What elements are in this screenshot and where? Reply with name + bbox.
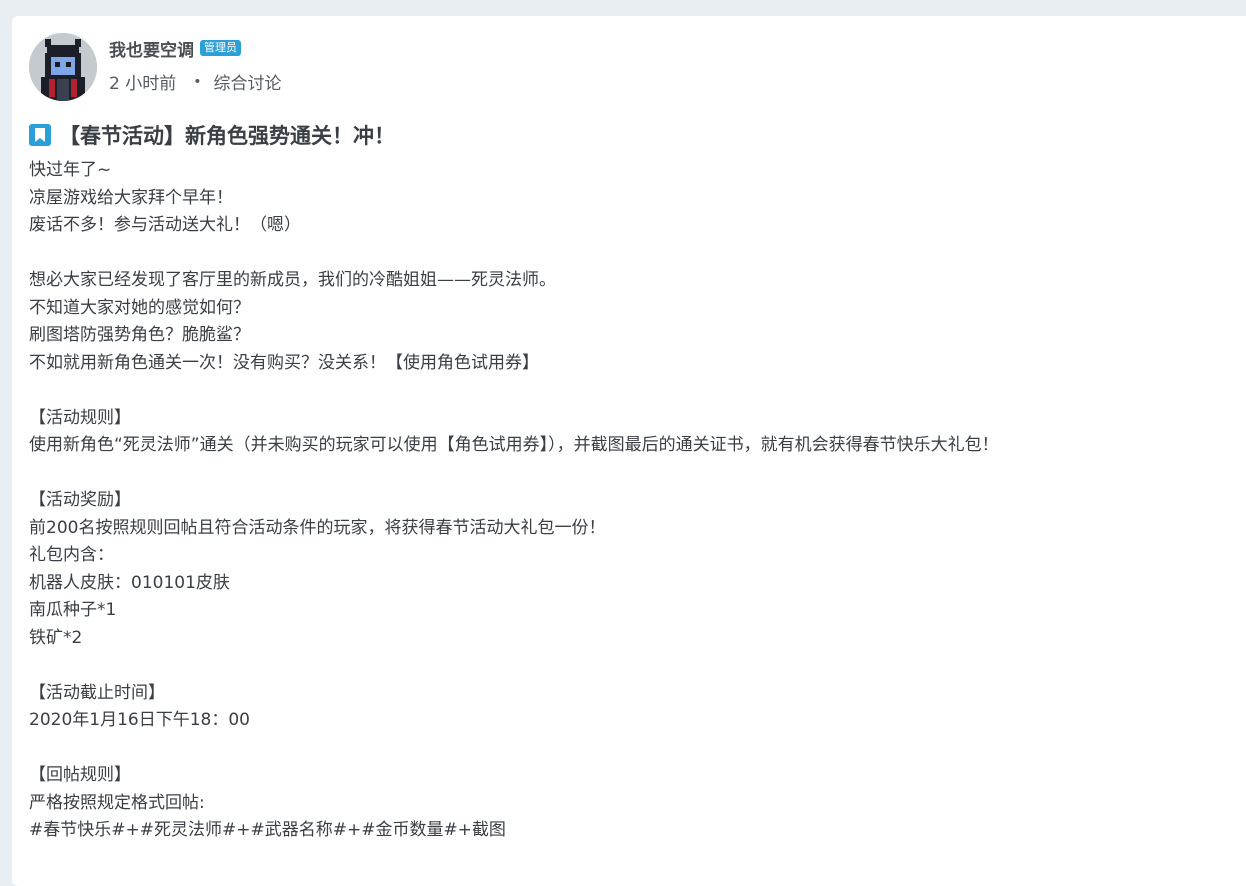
author-line: 我也要空调 管理员 bbox=[109, 36, 241, 61]
post-body-line: 废话不多！参与活动送大礼！（嗯） bbox=[29, 215, 301, 235]
post-body-line: 【活动截止时间】 bbox=[29, 682, 165, 703]
post-body-line bbox=[29, 460, 1229, 488]
post-body-line bbox=[29, 240, 1229, 268]
post-title: 【春节活动】新角色强势通关！冲！ bbox=[59, 124, 395, 148]
post-body-line: 【活动规则】 bbox=[29, 407, 131, 428]
post-body-line: 不知道大家对她的感觉如何？ bbox=[29, 297, 250, 318]
category-link[interactable]: 综合讨论 bbox=[214, 69, 282, 94]
post-body-line: 刷图塔防强势角色？脆脆鲨？ bbox=[29, 325, 250, 345]
post-body-line: 想必大家已经发现了客厅里的新成员，我们的冷酷姐姐——死灵法师。 bbox=[29, 270, 556, 290]
post-body-line: 礼包内含： bbox=[29, 545, 114, 565]
post-body-line: 【活动奖励】 bbox=[29, 490, 131, 510]
post-body-line: 前200名按照规则回帖且符合活动条件的玩家，将获得春节活动大礼包一份！ bbox=[29, 517, 606, 538]
post-body: 快过年了~ 凉屋游戏给大家拜个早年！ 废话不多！参与活动送大礼！（嗯） 想必大家已经发… bbox=[29, 157, 1229, 845]
bookmark-icon bbox=[29, 124, 51, 146]
meta-separator: • bbox=[193, 73, 202, 90]
author-name[interactable]: 我也要空调 bbox=[109, 36, 194, 61]
post-body-line: 2020年1月16日下午18：00 bbox=[29, 710, 250, 730]
title-row: 【春节活动】新角色强势通关！冲！ bbox=[29, 120, 395, 150]
post-body-line: 机器人皮肤：010101皮肤 bbox=[29, 572, 230, 593]
post-meta: 2 小时前 • 综合讨论 bbox=[109, 69, 282, 95]
role-badge: 管理员 bbox=[200, 40, 241, 56]
post-body-line: 使用新角色“死灵法师”通关（并未购买的玩家可以使用【角色试用券】），并截图最后的… bbox=[29, 435, 999, 455]
post-body-line bbox=[29, 735, 1229, 763]
post-time: 2 小时前 bbox=[109, 74, 177, 94]
avatar[interactable] bbox=[29, 33, 97, 101]
post-body-line bbox=[29, 652, 1229, 680]
post-body-line bbox=[29, 377, 1229, 405]
post-body-line: 【回帖规则】 bbox=[29, 765, 131, 785]
post-body-line: 快过年了~ bbox=[29, 160, 112, 180]
post-body-line: 严格按照规定格式回帖: bbox=[29, 792, 205, 813]
pixel-character-icon bbox=[29, 33, 97, 101]
post-body-line: 铁矿*2 bbox=[29, 627, 83, 648]
post-body-line: #春节快乐#+#死灵法师#+#武器名称#+#金币数量#+截图 bbox=[29, 820, 506, 840]
post-body-line: 凉屋游戏给大家拜个早年！ bbox=[29, 187, 233, 208]
post-body-line: 南瓜种子*1 bbox=[29, 600, 117, 620]
post-body-line: 不如就用新角色通关一次！没有购买？没关系！【使用角色试用券】 bbox=[29, 352, 539, 373]
post-card: 我也要空调 管理员 2 小时前 • 综合讨论 【春节活动】新角色强势通关！冲！ … bbox=[12, 16, 1246, 886]
